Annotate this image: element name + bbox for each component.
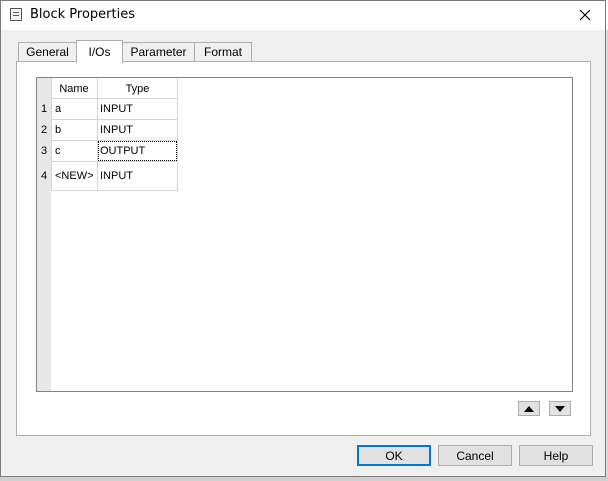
block-properties-dialog: Block Properties General I/Os Parameter … <box>0 0 606 477</box>
tab-general[interactable]: General <box>18 42 77 61</box>
row-number[interactable]: 1 <box>37 99 51 119</box>
type-cell-focused[interactable]: OUTPUT <box>98 141 177 161</box>
move-down-button[interactable] <box>549 401 571 416</box>
grid-line <box>97 78 98 191</box>
arrow-down-icon <box>555 405 565 412</box>
block-icon <box>10 8 22 21</box>
grid-line <box>51 78 52 191</box>
type-cell[interactable]: INPUT <box>100 99 176 119</box>
io-grid[interactable]: Name Type 1 a INPUT 2 b INPUT 3 c OUTPUT… <box>36 77 573 392</box>
type-cell[interactable]: INPUT <box>100 120 176 140</box>
row-number[interactable]: 3 <box>37 141 51 161</box>
close-button[interactable] <box>573 4 597 26</box>
grid-line <box>51 190 178 191</box>
name-cell[interactable]: b <box>55 120 95 140</box>
tab-format[interactable]: Format <box>194 42 252 61</box>
column-header-label: Type <box>125 83 150 95</box>
close-icon <box>579 9 591 21</box>
tab-ios[interactable]: I/Os <box>76 40 123 63</box>
column-header-type[interactable]: Type <box>98 78 177 100</box>
cancel-button[interactable]: Cancel <box>438 445 512 466</box>
tab-label: Format <box>203 45 242 59</box>
dialog-title: Block Properties <box>30 7 135 22</box>
grid-line <box>177 78 178 191</box>
name-cell[interactable]: a <box>55 99 95 119</box>
type-cell[interactable]: INPUT <box>100 162 176 190</box>
arrow-up-icon <box>524 405 534 412</box>
row-number[interactable]: 4 <box>37 162 51 190</box>
ok-button[interactable]: OK <box>357 445 431 466</box>
column-header-label: Name <box>59 83 89 95</box>
tab-label: General <box>26 45 69 59</box>
title-bar[interactable]: Block Properties <box>1 1 605 30</box>
ios-tab-panel: Name Type 1 a INPUT 2 b INPUT 3 c OUTPUT… <box>16 61 591 436</box>
row-number[interactable]: 2 <box>37 120 51 140</box>
column-header-name[interactable]: Name <box>51 78 97 100</box>
move-up-button[interactable] <box>518 401 540 416</box>
name-cell-new[interactable]: <NEW> <box>55 162 97 190</box>
name-cell[interactable]: c <box>55 141 95 161</box>
help-button[interactable]: Help <box>519 445 593 466</box>
background-window-edge-bottom <box>0 477 608 481</box>
tab-parameter[interactable]: Parameter <box>122 42 195 61</box>
tab-label: I/Os <box>88 45 111 59</box>
tab-label: Parameter <box>130 45 187 59</box>
